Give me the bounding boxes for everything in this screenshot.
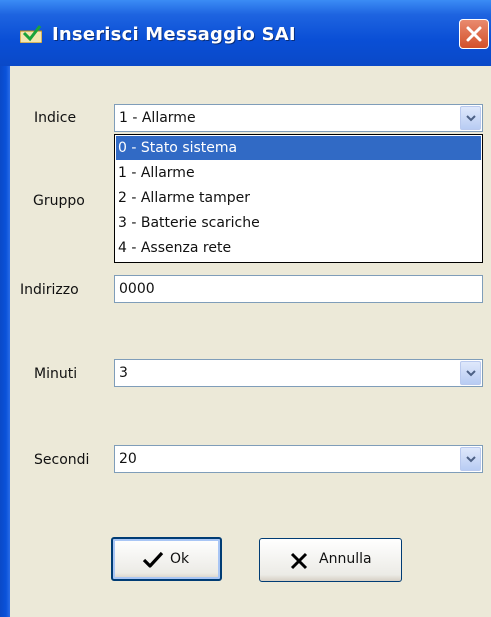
close-button[interactable] (459, 19, 489, 49)
option-stato-sistema[interactable]: 0 - Stato sistema (116, 136, 481, 160)
dialog-window: Inserisci Messaggio SAI Indice 1 - Allar… (0, 0, 491, 617)
indice-options-list[interactable]: 0 - Stato sistema 1 - Allarme 2 - Allarm… (114, 134, 483, 263)
option-allarme-tamper[interactable]: 2 - Allarme tamper (116, 186, 481, 210)
secondi-dropdown-button[interactable] (460, 447, 481, 471)
chevron-down-icon (466, 370, 476, 377)
minuti-dropdown-button[interactable] (460, 361, 481, 385)
minuti-value: 3 (119, 365, 128, 381)
secondi-label: Secondi (34, 452, 90, 468)
indirizzo-label: Indirizzo (20, 282, 79, 298)
x-icon (290, 552, 308, 574)
close-icon (466, 26, 482, 42)
option-allarme[interactable]: 1 - Allarme (116, 161, 481, 185)
option-batterie-scariche[interactable]: 3 - Batterie scariche (116, 211, 481, 235)
cancel-button-label: Annulla (319, 551, 372, 567)
window-title: Inserisci Messaggio SAI (52, 24, 296, 45)
chevron-down-icon (466, 115, 476, 122)
indice-value: 1 - Allarme (119, 110, 196, 126)
option-assenza-rete[interactable]: 4 - Assenza rete (116, 236, 481, 260)
minuti-label: Minuti (34, 366, 78, 382)
ok-button-label: Ok (170, 551, 190, 567)
indirizzo-value: 0000 (119, 281, 155, 297)
window-left-border (0, 66, 10, 617)
secondi-value: 20 (119, 451, 137, 467)
checkmark-icon (142, 551, 164, 573)
indice-label: Indice (34, 110, 77, 126)
title-bar[interactable]: Inserisci Messaggio SAI (0, 0, 491, 66)
app-check-icon (19, 25, 43, 44)
chevron-down-icon (466, 456, 476, 463)
indice-combo[interactable]: 1 - Allarme (114, 104, 483, 132)
cancel-button[interactable]: Annulla (259, 538, 402, 582)
indirizzo-input[interactable]: 0000 (114, 275, 483, 303)
secondi-combo[interactable]: 20 (114, 445, 483, 473)
indice-dropdown-button[interactable] (460, 106, 481, 130)
minuti-combo[interactable]: 3 (114, 359, 483, 387)
gruppo-label: Gruppo (33, 193, 85, 209)
ok-button[interactable]: Ok (111, 537, 222, 581)
